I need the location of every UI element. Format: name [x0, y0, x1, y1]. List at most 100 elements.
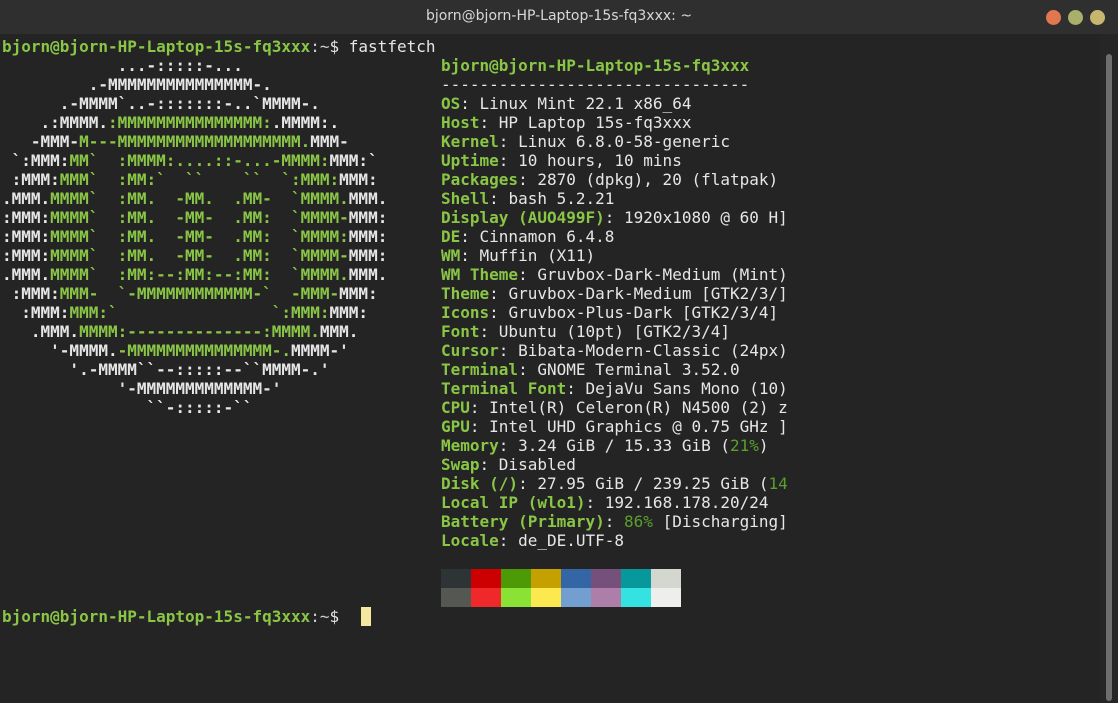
title-bar[interactable]: bjorn@bjorn-HP-Laptop-15s-fq3xxx: ~	[0, 0, 1118, 34]
logo-segment: :MMMMMMMMMMMMMMM:	[107, 113, 272, 132]
logo-segment: :MMM:	[2, 284, 60, 303]
info-colon: :	[604, 208, 625, 227]
logo-segment: :MMM:	[2, 208, 51, 227]
info-colon: :	[479, 113, 499, 132]
info-key: Packages	[441, 170, 519, 189]
logo-line: '.-MMMM``--:::::--``MMMM-.'	[2, 360, 329, 379]
logo-segment: `:MMM:	[2, 151, 70, 170]
info-row: Disk (/): 27.95 GiB / 239.25 GiB (14	[441, 474, 788, 493]
logo-segment: MMM:	[329, 303, 369, 322]
info-key: DE	[441, 227, 461, 246]
logo-segment: MMM-	[310, 132, 349, 151]
command-text: fastfetch	[348, 37, 436, 56]
logo-line: '-MMMMMMMMMMMMM-'	[2, 379, 282, 398]
info-colon: :	[585, 493, 605, 512]
info-value: Bibata-Modern-Classic (24px)	[518, 341, 788, 360]
info-colon: :	[489, 189, 509, 208]
palette-swatch	[531, 569, 561, 588]
palette-swatch	[621, 569, 651, 588]
window-title: bjorn@bjorn-HP-Laptop-15s-fq3xxx: ~	[425, 8, 693, 24]
palette-swatch	[441, 569, 471, 588]
info-key: Font	[441, 322, 480, 341]
info-value: GNOME Terminal 3.52.0	[537, 360, 740, 379]
info-colon: :	[498, 151, 519, 170]
logo-line: -MMM-M---MMMMMMMMMMMMMMMMMMM.MMM-	[2, 132, 349, 151]
logo-segment: MMM:	[348, 227, 388, 246]
logo-segment: MMM` :MM:` `` `` `:MMM:	[59, 170, 340, 189]
logo-line: :MMM:MMMM` :MM. -MM- .MM: `MMMM:MMM:	[2, 227, 387, 246]
info-key: CPU	[441, 398, 470, 417]
info-value: 10 hours, 10 mins	[518, 151, 682, 170]
info-key: Shell	[441, 189, 490, 208]
info-key: Uptime	[441, 151, 499, 170]
info-header: bjorn@bjorn-HP-Laptop-15s-fq3xxx	[441, 56, 749, 75]
logo-line: .MMM.MMMM` :MM:--:MM:--:MM: `MMMM.MMM.	[2, 265, 387, 284]
palette-swatch	[531, 588, 561, 607]
scrollbar-thumb[interactable]	[1106, 54, 1112, 701]
logo-segment: MMM:`	[329, 151, 378, 170]
close-button[interactable]	[1090, 10, 1105, 25]
info-key: GPU	[441, 417, 470, 436]
logo-segment: MMMM` :MM. -MM- .MM: `MMMM-	[50, 246, 349, 265]
info-row: OS: Linux Mint 22.1 x86_64	[441, 94, 691, 113]
info-value: Disabled	[498, 455, 576, 474]
logo-line: ...-:::::-...	[2, 56, 243, 75]
logo-line: :MMM:MMM- `-MMMMMMMMMMMM-` -MMM-MMM:	[2, 284, 378, 303]
logo-segment: MM` :MMMM:....::-...-MMMM:	[69, 151, 330, 170]
logo-line: '-MMMM.-MMMMMMMMMMMMMMM-.MMMM-'	[2, 341, 349, 360]
palette-swatch	[471, 588, 501, 607]
logo-segment: MMM:	[339, 284, 378, 303]
logo-segment: MMMM` :MM. -MM- .MM: `MMMM-	[50, 208, 349, 227]
info-row: Theme: Gruvbox-Dark-Medium [GTK2/3/]	[441, 284, 788, 303]
info-row: Local IP (wlo1): 192.168.178.20/24	[441, 493, 769, 512]
logo-segment: MMM.	[348, 265, 388, 284]
logo-segment: .-MMMMMMMMMMMMMMM-.	[2, 75, 272, 94]
info-row: GPU: Intel UHD Graphics @ 0.75 GHz ]	[441, 417, 788, 436]
info-row: Terminal Font: DejaVu Sans Mono (10)	[441, 379, 788, 398]
info-row: Font: Ubuntu (10pt) [GTK2/3/4]	[441, 322, 730, 341]
info-value: Linux Mint 22.1 x86_64	[479, 94, 692, 113]
maximize-button[interactable]	[1068, 10, 1083, 25]
logo-segment: MMMM` :MM. -MM- .MM: `MMMM:	[50, 227, 349, 246]
info-row: WM Theme: Gruvbox-Dark-Medium (Mint)	[441, 265, 788, 284]
logo-segment: MMM:	[348, 246, 388, 265]
info-key: Display (AUO499F)	[441, 208, 605, 227]
logo-segment: -MMM-	[2, 132, 80, 151]
logo-segment: .MMMM:.	[271, 113, 340, 132]
info-separator-text: --------------------------------	[441, 75, 750, 94]
info-key: Cursor	[441, 341, 499, 360]
info-colon: :	[489, 303, 509, 322]
prompt-path: :~	[310, 37, 330, 56]
palette-swatch	[591, 569, 621, 588]
logo-segment: MMM:` `:MMM:	[69, 303, 330, 322]
logo-segment: MMMM:--------------:MMMM.	[79, 322, 320, 341]
logo-line: .MMM.MMMM` :MM. -MM. .MM- `MMMM.MMM.	[2, 189, 387, 208]
logo-segment: .MMM.	[2, 322, 80, 341]
info-separator: --------------------------------	[441, 75, 749, 94]
info-tail: [Discharging]	[652, 512, 788, 531]
logo-segment: MMMM` :MM:--:MM:--:MM: `MMMM.	[50, 265, 349, 284]
info-value: 1920x1080 @ 60 H]	[624, 208, 788, 227]
info-colon: :	[498, 341, 519, 360]
terminal-area[interactable]: bjorn@bjorn-HP-Laptop-15s-fq3xxx:~$ fast…	[0, 34, 1100, 703]
logo-segment: MMM.	[348, 189, 388, 208]
logo-segment: '-MMMM.	[2, 341, 118, 360]
logo-segment: MMMM-'	[290, 341, 349, 360]
logo-line: :MMM:MMMM` :MM. -MM- .MM: `MMMM-MMM:	[2, 246, 387, 265]
prompt-user-host: bjorn@bjorn-HP-Laptop-15s-fq3xxx	[2, 37, 311, 56]
info-key: Terminal Font	[441, 379, 567, 398]
info-key: WM	[441, 246, 461, 265]
info-colon: :	[518, 474, 538, 493]
logo-segment: '-MMMMMMMMMMMMM-'	[2, 379, 282, 398]
minimize-button[interactable]	[1046, 10, 1061, 25]
info-key: Icons	[441, 303, 490, 322]
info-colon: :	[518, 360, 538, 379]
info-value: Gruvbox-Dark-Medium [GTK2/3/]	[508, 284, 788, 303]
info-colon: :	[460, 227, 480, 246]
info-value: Ubuntu (10pt) [GTK2/3/4]	[498, 322, 730, 341]
logo-line: `:MMM:MM` :MMMM:....::-...-MMMM:MMM:`	[2, 151, 378, 170]
scrollbar[interactable]	[1100, 34, 1118, 703]
info-row: Cursor: Bibata-Modern-Classic (24px)	[441, 341, 788, 360]
info-tail: )	[758, 436, 769, 455]
info-colon: :	[460, 94, 480, 113]
